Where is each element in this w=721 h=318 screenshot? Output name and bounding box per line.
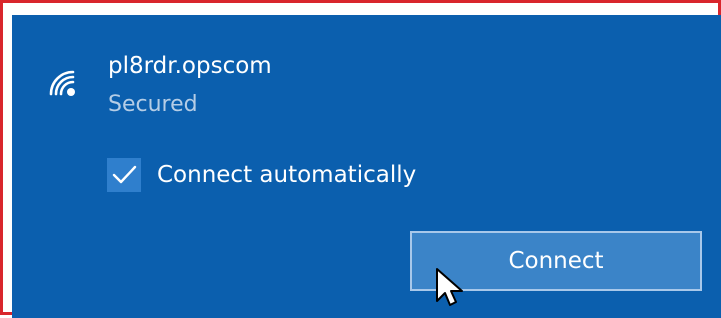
network-status: Secured bbox=[108, 92, 198, 117]
wifi-secured-icon bbox=[49, 70, 75, 96]
connect-automatically-option[interactable]: Connect automatically bbox=[107, 155, 416, 195]
highlight-frame: pl8rdr.opscom Secured Connect automatica… bbox=[0, 0, 721, 318]
network-flyout-panel[interactable]: pl8rdr.opscom Secured Connect automatica… bbox=[12, 15, 721, 318]
connect-automatically-label: Connect automatically bbox=[157, 162, 417, 188]
mouse-pointer-icon bbox=[436, 268, 463, 306]
network-name: pl8rdr.opscom bbox=[108, 53, 272, 79]
checkmark-icon bbox=[112, 165, 137, 184]
connect-automatically-checkbox[interactable] bbox=[107, 158, 141, 192]
